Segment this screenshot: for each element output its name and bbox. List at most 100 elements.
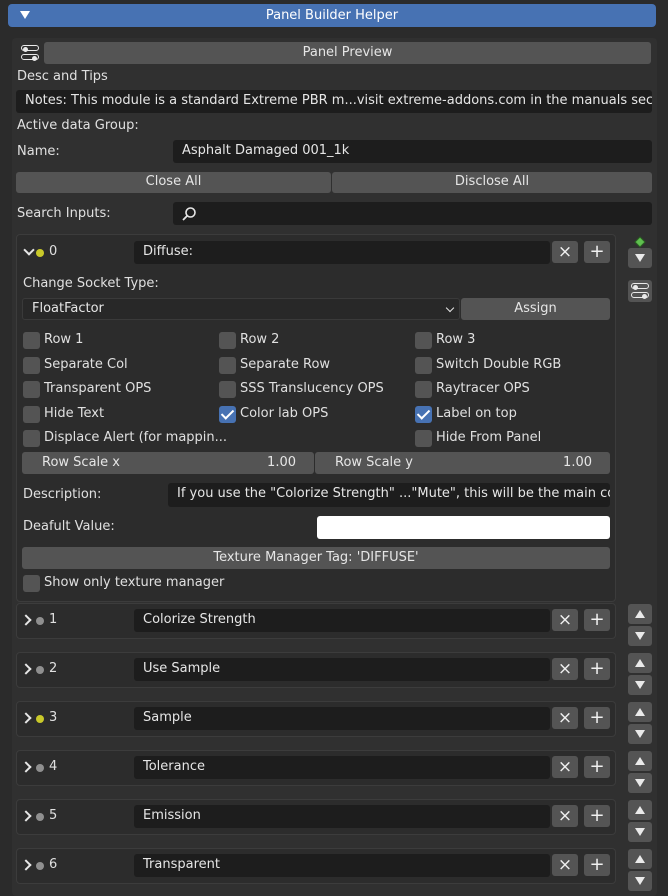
- search-input[interactable]: [173, 202, 652, 225]
- remove-button[interactable]: ×: [552, 609, 578, 631]
- toggle-button[interactable]: [628, 280, 652, 302]
- add-button[interactable]: +: [584, 805, 610, 827]
- toggle-icon[interactable]: [21, 45, 39, 61]
- socket-dot-icon: [36, 715, 44, 723]
- texture-manager-tag-button[interactable]: Texture Manager Tag: 'DIFFUSE': [22, 547, 610, 569]
- up-triangle-icon: [635, 610, 645, 618]
- checkbox-hide-from-panel[interactable]: [415, 430, 432, 447]
- add-button[interactable]: +: [584, 609, 610, 631]
- move-up-button[interactable]: [628, 604, 652, 624]
- checkbox-transparent-ops[interactable]: [23, 381, 40, 398]
- checkbox-label: Row 2: [240, 332, 280, 347]
- remove-button[interactable]: ×: [552, 805, 578, 827]
- move-up-button[interactable]: [628, 800, 652, 820]
- checkbox-displace-alert[interactable]: [23, 430, 40, 447]
- socket-name-field[interactable]: Colorize Strength: [134, 609, 550, 632]
- checkbox-sss-translucency-ops[interactable]: [219, 381, 236, 398]
- default-color-swatch[interactable]: [317, 516, 610, 539]
- search-icon: [182, 207, 196, 221]
- remove-button[interactable]: ×: [552, 854, 578, 876]
- move-down-button[interactable]: [628, 773, 652, 793]
- up-triangle-icon: [635, 855, 645, 863]
- move-down-button[interactable]: [628, 871, 652, 891]
- socket-index: 6: [49, 857, 58, 872]
- add-button[interactable]: +: [584, 756, 610, 778]
- move-down-button[interactable]: [628, 822, 652, 842]
- slider-label: Row Scale y: [335, 455, 413, 470]
- up-triangle-icon: [635, 757, 645, 765]
- move-down-button[interactable]: [628, 248, 652, 268]
- move-up-button[interactable]: [628, 751, 652, 771]
- slider-label: Row Scale x: [42, 455, 120, 470]
- socket-0-name-field[interactable]: Diffuse:: [134, 241, 550, 264]
- move-up-button[interactable]: [628, 702, 652, 722]
- desc-heading: Desc and Tips: [17, 69, 108, 84]
- notes-field[interactable]: Notes: This module is a standard Extreme…: [16, 90, 652, 113]
- socket-dot-icon: [36, 617, 44, 625]
- add-button[interactable]: +: [584, 241, 610, 263]
- checkbox-row-1[interactable]: [23, 332, 40, 349]
- up-triangle-icon: [635, 806, 645, 814]
- toggle-icon: [631, 283, 649, 299]
- checkbox-label-on-top[interactable]: [415, 406, 432, 423]
- add-button[interactable]: +: [584, 707, 610, 729]
- down-triangle-icon: [635, 254, 645, 262]
- checkbox-hide-text[interactable]: [23, 406, 40, 423]
- down-triangle-icon: [635, 730, 645, 738]
- remove-button[interactable]: ×: [552, 241, 578, 263]
- socket-dot-icon: [36, 813, 44, 821]
- socket-type-select[interactable]: FloatFactor: [22, 298, 460, 320]
- move-up-button[interactable]: [628, 653, 652, 673]
- add-button[interactable]: +: [584, 854, 610, 876]
- panel-header[interactable]: Panel Builder Helper: [8, 4, 656, 27]
- row-scale-y-slider[interactable]: Row Scale y 1.00: [315, 452, 610, 474]
- socket-name-field[interactable]: Sample: [134, 707, 550, 730]
- checkbox-separate-col[interactable]: [23, 357, 40, 374]
- group-name-field[interactable]: Asphalt Damaged 001_1k: [173, 140, 652, 163]
- move-down-button[interactable]: [628, 626, 652, 646]
- checkbox-label: Switch Double RGB: [436, 357, 562, 372]
- socket-index: 4: [49, 759, 58, 774]
- checkbox-label: Color lab OPS: [240, 406, 329, 421]
- checkbox-color-lab-ops[interactable]: [219, 406, 236, 423]
- disclose-all-button[interactable]: Disclose All: [332, 172, 652, 193]
- checkbox-label: Displace Alert (for mappin...: [44, 430, 228, 445]
- remove-button[interactable]: ×: [552, 658, 578, 680]
- checkbox-label: Row 3: [436, 332, 476, 347]
- checkbox-separate-row[interactable]: [219, 357, 236, 374]
- assign-button[interactable]: Assign: [461, 298, 610, 320]
- socket-name-field[interactable]: Emission: [134, 805, 550, 828]
- remove-button[interactable]: ×: [552, 707, 578, 729]
- search-label: Search Inputs:: [17, 206, 111, 221]
- checkbox-label: Transparent OPS: [44, 381, 152, 396]
- checkbox-label: SSS Translucency OPS: [240, 381, 384, 396]
- panel-preview-button[interactable]: Panel Preview: [44, 42, 651, 64]
- move-down-button[interactable]: [628, 675, 652, 695]
- checkbox-row-3[interactable]: [415, 332, 432, 349]
- diamond-icon: [634, 236, 646, 248]
- checkbox-row-2[interactable]: [219, 332, 236, 349]
- description-field[interactable]: If you use the "Colorize Strength" ..."M…: [168, 483, 610, 507]
- socket-dot-icon: [36, 764, 44, 772]
- close-all-button[interactable]: Close All: [16, 172, 331, 193]
- socket-name-field[interactable]: Tolerance: [134, 756, 550, 779]
- socket-0-index: 0: [49, 244, 58, 259]
- socket-index: 5: [49, 808, 58, 823]
- up-triangle-icon: [635, 659, 645, 667]
- checkbox-label: Label on top: [436, 406, 517, 421]
- move-up-button[interactable]: [628, 849, 652, 869]
- remove-button[interactable]: ×: [552, 756, 578, 778]
- socket-name-field[interactable]: Use Sample: [134, 658, 550, 681]
- row-scale-x-slider[interactable]: Row Scale x 1.00: [22, 452, 314, 474]
- up-triangle-icon: [635, 708, 645, 716]
- socket-index: 1: [49, 612, 58, 627]
- socket-dot-icon: [36, 666, 44, 674]
- add-button[interactable]: +: [584, 658, 610, 680]
- checkbox-raytracer-ops[interactable]: [415, 381, 432, 398]
- checkbox-show-only-texture-manager[interactable]: [23, 575, 40, 592]
- socket-name-field[interactable]: Transparent: [134, 854, 550, 877]
- down-triangle-icon: [635, 877, 645, 885]
- move-down-button[interactable]: [628, 724, 652, 744]
- checkbox-label: Separate Col: [44, 357, 128, 372]
- checkbox-switch-double-rgb[interactable]: [415, 357, 432, 374]
